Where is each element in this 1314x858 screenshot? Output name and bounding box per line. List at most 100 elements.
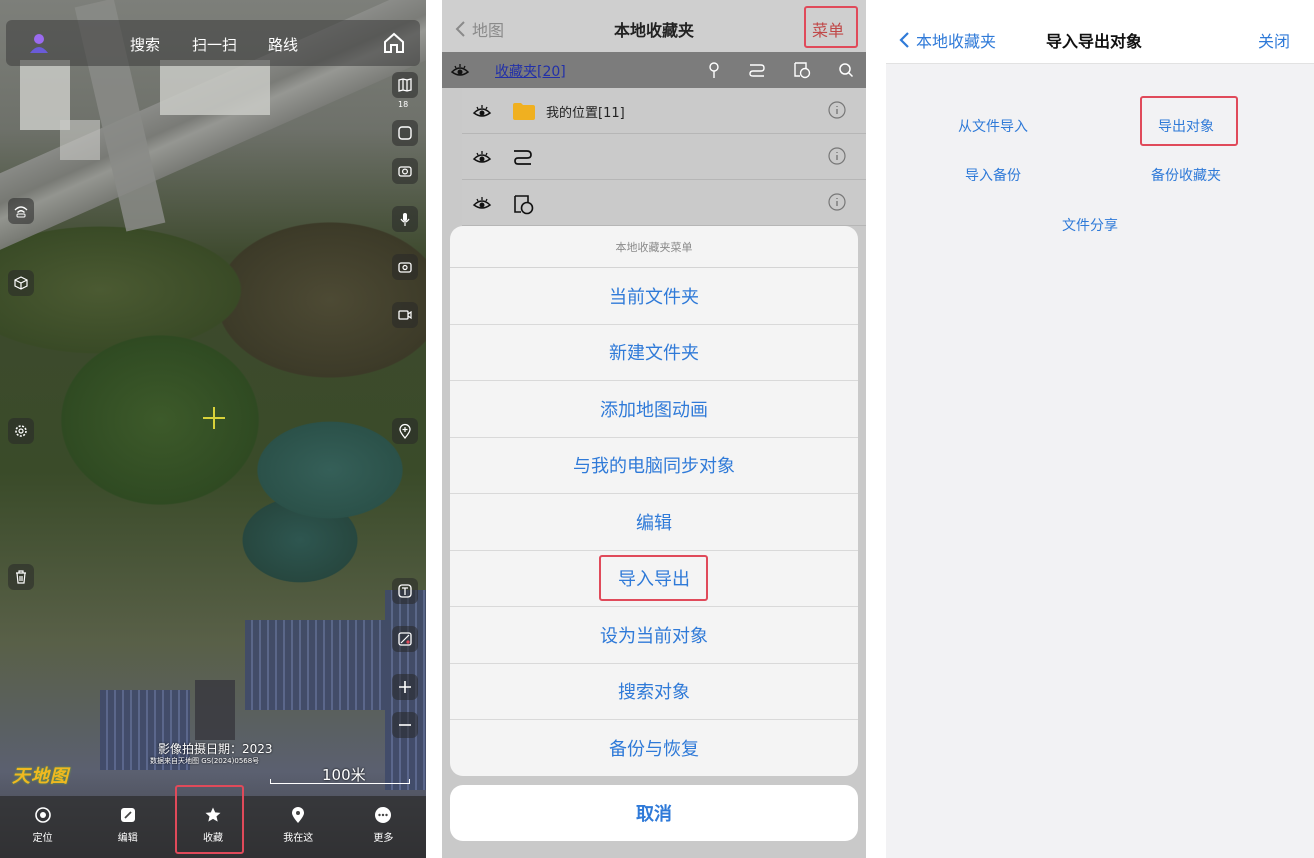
menu-item-backup-restore[interactable]: 备份与恢复 — [450, 720, 858, 776]
back-label: 本地收藏夹 — [916, 32, 997, 51]
more-icon — [375, 807, 392, 823]
highlight-export — [1140, 96, 1238, 146]
minus-icon — [399, 724, 411, 726]
nav-locate[interactable]: 定位 — [0, 796, 85, 858]
eye-icon[interactable] — [450, 61, 470, 79]
menu-item-edit[interactable]: 编辑 — [450, 494, 858, 551]
nav-here-label: 我在这 — [283, 833, 314, 844]
list-item[interactable] — [462, 134, 866, 180]
scan-button[interactable]: 扫一扫 — [192, 34, 237, 55]
gear-icon — [15, 425, 27, 437]
polygon-icon[interactable] — [792, 61, 812, 79]
rotate-camera-icon — [398, 262, 412, 273]
pin-icon — [292, 807, 305, 823]
layer-badge: 18 — [398, 100, 409, 109]
page-title: 本地收藏夹 — [613, 21, 694, 40]
folder-header: 收藏夹[20] — [442, 52, 866, 88]
tianditu-logo: 天地图 — [12, 766, 69, 787]
3d-view-button[interactable] — [8, 270, 34, 296]
menu-item-sync-pc[interactable]: 与我的电脑同步对象 — [450, 438, 858, 494]
frame-icon — [398, 126, 412, 140]
microphone-icon — [400, 213, 410, 226]
highlight-favorites — [175, 785, 244, 854]
route-icon — [514, 150, 532, 165]
scale-bar — [270, 779, 410, 784]
add-pin-button[interactable] — [392, 418, 418, 444]
video-icon — [398, 310, 412, 320]
text-button[interactable] — [392, 578, 418, 604]
text-icon — [398, 584, 412, 598]
zoom-out-button[interactable] — [392, 712, 418, 738]
close-button[interactable]: 关闭 — [1258, 28, 1290, 52]
map-layers-button[interactable] — [392, 72, 418, 98]
route-button[interactable]: 路线 — [268, 34, 298, 55]
info-icon[interactable] — [828, 101, 846, 119]
menu-item-current-folder[interactable]: 当前文件夹 — [450, 268, 858, 325]
import-from-file-button[interactable]: 从文件导入 — [958, 116, 1028, 136]
row-label: 我的位置[11] — [546, 106, 625, 121]
action-sheet: 本地收藏夹菜单 当前文件夹 新建文件夹 添加地图动画 与我的电脑同步对象 编辑 … — [450, 226, 858, 776]
map-center-crosshair — [203, 407, 225, 429]
eye-icon[interactable] — [472, 102, 492, 120]
map-topbar: 搜索 扫一扫 路线 — [6, 20, 420, 66]
menu-item-add-animation[interactable]: 添加地图动画 — [450, 381, 858, 438]
backup-favorites-button[interactable]: 备份收藏夹 — [1151, 165, 1221, 185]
folder-icon — [513, 103, 535, 120]
folder-link[interactable]: 收藏夹[20] — [495, 61, 566, 81]
import-export-navbar: 本地收藏夹 导入导出对象 关闭 — [886, 0, 1314, 64]
nav-edit-label: 编辑 — [117, 833, 138, 844]
chevron-left-icon — [899, 32, 909, 48]
page-title: 导入导出对象 — [1046, 32, 1143, 51]
delete-button[interactable] — [8, 564, 34, 590]
camera-button[interactable] — [392, 158, 418, 184]
menu-item-set-current[interactable]: 设为当前对象 — [450, 607, 858, 664]
favorites-navbar: 地图 本地收藏夹 菜单 — [442, 0, 866, 52]
nav-here[interactable]: 我在这 — [256, 796, 341, 858]
menu-item-search[interactable]: 搜索对象 — [450, 664, 858, 720]
import-backup-button[interactable]: 导入备份 — [965, 165, 1021, 185]
voice-button[interactable] — [392, 206, 418, 232]
rotate-view-button[interactable] — [392, 254, 418, 280]
home-icon[interactable] — [382, 31, 406, 55]
action-sheet-title: 本地收藏夹菜单 — [450, 226, 858, 268]
settings-button[interactable] — [8, 418, 34, 444]
cube-icon — [14, 276, 28, 290]
video-button[interactable] — [392, 302, 418, 328]
info-icon[interactable] — [828, 147, 846, 165]
highlight-import-export — [599, 555, 708, 601]
photo-date: 影像拍摄日期：2023 — [158, 742, 273, 756]
camera-icon — [398, 166, 412, 177]
list-item[interactable]: 我的位置[11] — [462, 88, 866, 134]
trash-icon — [16, 570, 26, 584]
import-export-panel: 本地收藏夹 导入导出对象 关闭 从文件导入 导出对象 导入备份 备份收藏夹 文件… — [886, 0, 1314, 858]
route-icon[interactable] — [748, 62, 766, 78]
nav-more[interactable]: 更多 — [341, 796, 426, 858]
zoom-in-button[interactable] — [392, 674, 418, 700]
nav-locate-label: 定位 — [32, 833, 53, 844]
signal-button[interactable] — [8, 198, 34, 224]
back-to-favorites-button[interactable]: 本地收藏夹 — [898, 28, 996, 52]
user-avatar-icon[interactable] — [28, 32, 50, 54]
polygon-icon — [514, 195, 534, 215]
cancel-button[interactable]: 取消 — [450, 785, 858, 841]
data-source: 数据来自天地图 GS(2024)0568号 — [150, 757, 260, 765]
pin-plus-icon — [399, 423, 411, 439]
plus-icon — [399, 681, 411, 693]
search-icon[interactable] — [838, 62, 854, 78]
nav-more-label: 更多 — [373, 833, 394, 844]
map-panel[interactable]: 搜索 扫一扫 路线 18 影像拍摄日期：2023 数据来自天地图 GS(2024… — [0, 0, 426, 858]
file-share-button[interactable]: 文件分享 — [1062, 215, 1118, 235]
wifi-icon — [14, 206, 28, 218]
info-icon[interactable] — [828, 193, 846, 211]
highlight-menu — [804, 6, 858, 48]
measure-icon — [398, 632, 412, 646]
measure-button[interactable] — [392, 626, 418, 652]
menu-item-new-folder[interactable]: 新建文件夹 — [450, 325, 858, 381]
fullscreen-button[interactable] — [392, 120, 418, 146]
eye-icon[interactable] — [472, 148, 492, 166]
eye-icon[interactable] — [472, 194, 492, 212]
search-button[interactable]: 搜索 — [130, 34, 160, 55]
list-item[interactable] — [462, 180, 866, 226]
pin-icon[interactable] — [706, 61, 722, 79]
nav-edit[interactable]: 编辑 — [85, 796, 170, 858]
